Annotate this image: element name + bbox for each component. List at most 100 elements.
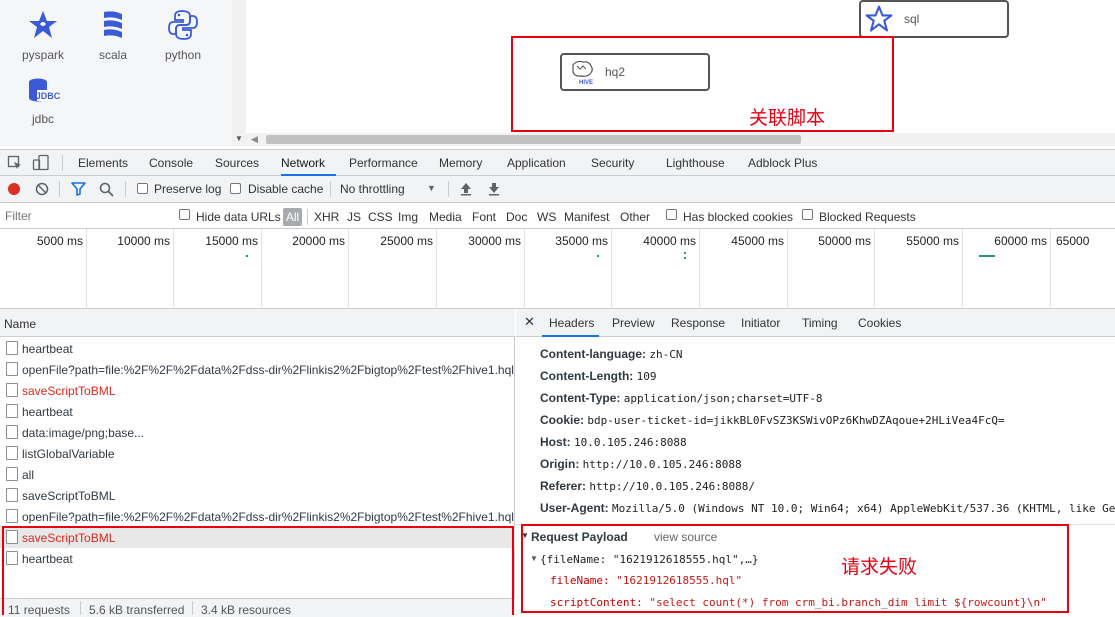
database-icon: JDBC <box>29 78 60 102</box>
request-row[interactable]: heartbeat <box>0 401 515 422</box>
request-row[interactable]: saveScriptToBML <box>0 485 515 506</box>
throttling-select[interactable]: No throttling <box>340 182 405 196</box>
timeline-label: 5000 ms <box>36 234 83 248</box>
tab-initiator[interactable]: Initiator <box>741 316 780 330</box>
request-row[interactable]: openFile?path=file:%2F%2F%2Fdata%2Fdss-d… <box>0 506 515 527</box>
annotation-box-link-script <box>511 36 894 132</box>
filter-input[interactable] <box>2 207 164 225</box>
scrollbar-thumb[interactable] <box>266 135 801 144</box>
request-row[interactable]: heartbeat <box>0 338 515 359</box>
tab-response[interactable]: Response <box>671 316 725 330</box>
tab-security[interactable]: Security <box>591 156 634 170</box>
divider <box>307 209 308 225</box>
tab-sources[interactable]: Sources <box>215 156 259 170</box>
filter-type-font[interactable]: Font <box>472 210 496 224</box>
filter-type-all[interactable]: All <box>283 208 302 226</box>
timeline-label: 45000 ms <box>731 234 784 248</box>
column-name[interactable]: Name <box>4 317 36 331</box>
filter-type-js[interactable]: JS <box>347 210 361 224</box>
filter-type-css[interactable]: CSS <box>368 210 393 224</box>
disable-cache-label: Disable cache <box>248 182 324 196</box>
filter-type-other[interactable]: Other <box>620 210 650 224</box>
divider <box>125 181 126 197</box>
header-referer: Referer: http://10.0.105.246:8088/ <box>540 479 755 493</box>
palette-label: python <box>164 48 202 62</box>
has-blocked-cookies-checkbox[interactable] <box>666 209 677 220</box>
import-har-icon[interactable] <box>459 181 473 196</box>
close-icon[interactable]: ✕ <box>524 314 535 330</box>
tab-network[interactable]: Network <box>281 156 325 170</box>
palette-item-python[interactable]: python <box>153 8 213 62</box>
network-toolbar: Preserve log Disable cache No throttling… <box>0 176 1115 203</box>
python-icon <box>168 10 198 40</box>
filter-type-doc[interactable]: Doc <box>506 210 527 224</box>
tab-preview[interactable]: Preview <box>612 316 655 330</box>
blocked-requests-checkbox[interactable] <box>802 209 813 220</box>
hide-data-urls-label: Hide data URLs <box>196 210 281 224</box>
filter-type-xhr[interactable]: XHR <box>314 210 339 224</box>
tab-headers[interactable]: Headers <box>549 316 594 330</box>
request-row[interactable]: listGlobalVariable <box>0 443 515 464</box>
palette-item-pyspark[interactable]: pyspark <box>13 8 73 62</box>
tab-cookies[interactable]: Cookies <box>858 316 901 330</box>
timeline-gridline: 35000 ms <box>525 229 612 309</box>
node-sql[interactable]: sql <box>859 0 1009 38</box>
filter-type-manifest[interactable]: Manifest <box>564 210 609 224</box>
tab-performance[interactable]: Performance <box>349 156 418 170</box>
filter-icon[interactable] <box>71 182 86 196</box>
requests-column-header[interactable]: Name <box>0 309 515 337</box>
request-row[interactable]: saveScriptToBML <box>0 380 515 401</box>
disable-cache-checkbox[interactable] <box>230 183 241 194</box>
record-icon[interactable] <box>7 182 21 196</box>
timeline-request-mark <box>684 257 686 259</box>
tab-memory[interactable]: Memory <box>439 156 482 170</box>
filter-type-media[interactable]: Media <box>429 210 462 224</box>
request-row[interactable]: all <box>0 464 515 485</box>
timeline-gridline: 40000 ms <box>612 229 700 309</box>
details-tabbar: ✕ Headers Preview Response Initiator Tim… <box>516 309 1115 337</box>
divider <box>448 181 449 197</box>
timeline-label: 60000 ms <box>994 234 1047 248</box>
divider <box>330 181 331 197</box>
hide-data-urls-checkbox[interactable] <box>179 209 190 220</box>
palette-item-jdbc[interactable]: JDBC jdbc <box>13 76 73 126</box>
export-har-icon[interactable] <box>487 181 501 196</box>
tab-console[interactable]: Console <box>149 156 193 170</box>
timeline-request-mark <box>597 255 599 257</box>
clear-icon[interactable] <box>35 182 49 196</box>
request-row[interactable]: openFile?path=file:%2F%2F%2Fdata%2Fdss-d… <box>0 359 515 380</box>
tab-application[interactable]: Application <box>507 156 566 170</box>
device-toolbar-icon[interactable] <box>32 154 50 172</box>
scroll-down-arrow-icon[interactable]: ▼ <box>235 134 243 143</box>
scroll-left-arrow-icon[interactable]: ◀ <box>251 134 258 145</box>
network-overview-timeline[interactable]: 5000 ms 10000 ms 15000 ms 20000 ms 25000… <box>0 229 1115 309</box>
timeline-gridline: 30000 ms <box>437 229 525 309</box>
filter-type-img[interactable]: Img <box>398 210 418 224</box>
dropdown-arrow-icon[interactable]: ▼ <box>427 183 436 193</box>
request-name: heartbeat <box>22 342 73 356</box>
header-content-length: Content-Length: 109 <box>540 369 657 383</box>
tab-lighthouse[interactable]: Lighthouse <box>666 156 725 170</box>
canvas-horizontal-scrollbar[interactable]: ◀ <box>246 133 1115 146</box>
divider <box>62 155 63 171</box>
active-tab-indicator <box>542 335 599 337</box>
header-user-agent: User-Agent: Mozilla/5.0 (Windows NT 10.0… <box>540 501 1115 515</box>
file-icon <box>6 404 18 418</box>
palette-item-scala[interactable]: scala <box>83 8 143 62</box>
request-name: listGlobalVariable <box>22 447 115 461</box>
tab-timing[interactable]: Timing <box>802 316 838 330</box>
annotation-request-failed: 请求失败 <box>841 556 918 578</box>
preserve-log-checkbox[interactable] <box>137 183 148 194</box>
request-row[interactable]: data:image/png;base... <box>0 422 515 443</box>
inspect-element-icon[interactable] <box>7 155 23 171</box>
divider <box>59 181 60 197</box>
search-icon[interactable] <box>99 182 114 197</box>
tab-elements[interactable]: Elements <box>78 156 128 170</box>
file-icon <box>6 341 18 355</box>
tab-adblock-plus[interactable]: Adblock Plus <box>748 156 817 170</box>
header-host: Host: 10.0.105.246:8088 <box>540 435 687 449</box>
timeline-gridline: 10000 ms <box>87 229 174 309</box>
palette-scrollbar[interactable]: ▼ <box>232 0 246 146</box>
filter-type-ws[interactable]: WS <box>537 210 556 224</box>
timeline-label: 50000 ms <box>818 234 871 248</box>
